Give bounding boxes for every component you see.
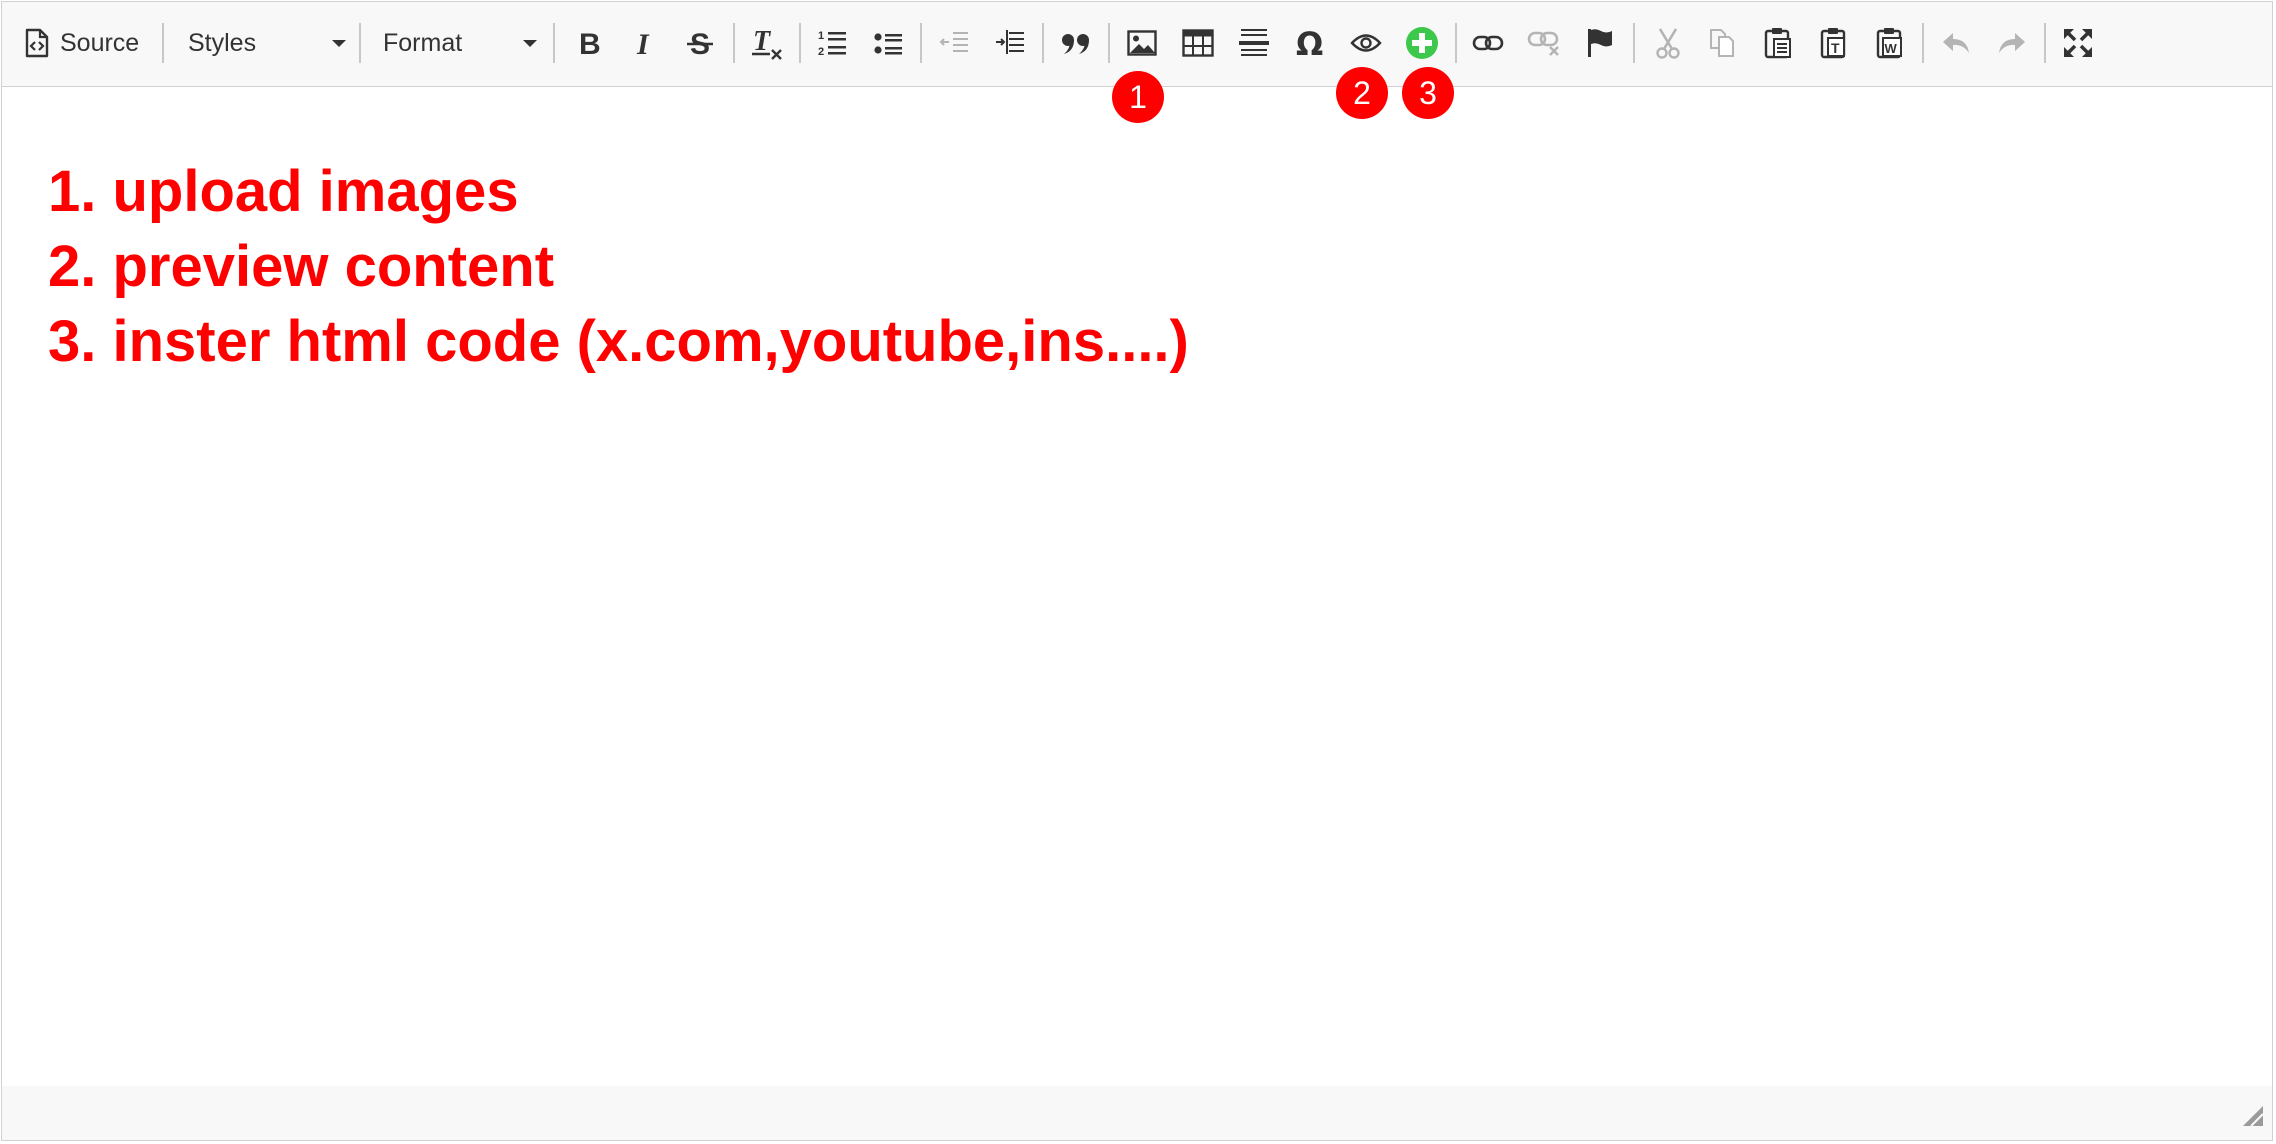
blockquote-button[interactable] xyxy=(1054,17,1098,69)
maximize-icon xyxy=(2063,28,2093,58)
quote-icon xyxy=(1060,29,1092,57)
chevron-down-icon xyxy=(523,40,537,47)
toolbar-separator xyxy=(553,23,555,63)
svg-text:Ω: Ω xyxy=(1296,27,1323,59)
special-character-button[interactable]: Ω xyxy=(1288,17,1332,69)
strikethrough-icon: S xyxy=(686,28,714,58)
preview-button[interactable] xyxy=(1344,17,1388,69)
redo-button[interactable] xyxy=(1990,17,2034,69)
bold-icon: B xyxy=(576,28,602,58)
source-icon xyxy=(24,28,50,58)
table-icon xyxy=(1182,29,1214,57)
toolbar-separator xyxy=(920,23,922,63)
chevron-down-icon xyxy=(332,40,346,47)
bulleted-list-button[interactable] xyxy=(866,17,910,69)
toolbar-separator xyxy=(799,23,801,63)
toolbar-separator xyxy=(733,23,735,63)
toolbar-separator xyxy=(162,23,164,63)
svg-text:T: T xyxy=(753,26,772,57)
toolbar-separator xyxy=(1633,23,1635,63)
paste-from-word-button[interactable]: W xyxy=(1868,17,1912,69)
paste-as-text-button[interactable]: T xyxy=(1812,17,1856,69)
undo-icon xyxy=(1941,31,1971,55)
paste-button[interactable] xyxy=(1756,17,1800,69)
toolbar-separator xyxy=(1922,23,1924,63)
annotation-badge-1: 1 xyxy=(1112,71,1164,123)
copy-icon xyxy=(1708,28,1736,58)
remove-format-icon: T xyxy=(750,26,784,60)
horizontal-line-button[interactable] xyxy=(1232,17,1276,69)
styles-dropdown[interactable]: Styles xyxy=(188,21,346,65)
omega-icon: Ω xyxy=(1294,27,1326,59)
clipboard-icon xyxy=(1764,27,1792,59)
unlink-icon xyxy=(1527,30,1561,56)
toolbar-separator xyxy=(359,23,361,63)
indent-icon xyxy=(995,28,1025,58)
image-button[interactable] xyxy=(1120,17,1164,69)
link-button[interactable] xyxy=(1466,17,1510,69)
svg-text:T: T xyxy=(1831,40,1840,56)
editor-statusbar xyxy=(2,1086,2272,1140)
increase-indent-button[interactable] xyxy=(988,17,1032,69)
source-label: Source xyxy=(60,28,140,57)
svg-text:I: I xyxy=(636,28,650,58)
svg-text:1: 1 xyxy=(818,30,824,42)
toolbar-separator xyxy=(2044,23,2046,63)
bulleted-list-icon xyxy=(873,28,903,58)
content-line: 1. upload images xyxy=(48,159,519,224)
image-icon xyxy=(1127,30,1157,56)
paste-word-icon: W xyxy=(1876,27,1904,59)
bold-button[interactable]: B xyxy=(568,17,610,69)
scissors-icon xyxy=(1654,27,1682,59)
numbered-list-button[interactable]: 1 2 xyxy=(810,17,854,69)
decrease-indent-button[interactable] xyxy=(932,17,976,69)
annotation-badge-3: 3 xyxy=(1402,67,1454,119)
svg-text:B: B xyxy=(579,28,601,58)
insert-html-button[interactable] xyxy=(1400,17,1444,69)
strikethrough-button[interactable]: S xyxy=(679,17,721,69)
maximize-button[interactable] xyxy=(2056,17,2100,69)
unlink-button[interactable] xyxy=(1522,17,1566,69)
svg-text:W: W xyxy=(1885,41,1898,56)
redo-icon xyxy=(1997,31,2027,55)
toolbar-separator xyxy=(1108,23,1110,63)
table-button[interactable] xyxy=(1176,17,1220,69)
content-line: 2. preview content xyxy=(48,234,555,299)
resize-handle-icon[interactable] xyxy=(2242,1105,2264,1132)
plus-circle-icon xyxy=(1405,26,1439,60)
format-dropdown[interactable]: Format xyxy=(383,21,537,65)
eye-icon xyxy=(1350,32,1382,54)
toolbar-separator xyxy=(1042,23,1044,63)
outdent-icon xyxy=(939,28,969,58)
paste-text-icon: T xyxy=(1820,27,1848,59)
flag-icon xyxy=(1586,27,1614,59)
toolbar-separator xyxy=(1455,23,1457,63)
anchor-button[interactable] xyxy=(1578,17,1622,69)
link-icon xyxy=(1472,33,1504,53)
remove-format-button[interactable]: T xyxy=(744,17,790,69)
editor-content-area[interactable]: 1. upload images 2. preview content 3. i… xyxy=(2,87,2272,1087)
rich-text-editor: Source Styles Format B I S T 1 2 Ω T W 1… xyxy=(1,1,2273,1141)
annotation-badge-2: 2 xyxy=(1336,67,1388,119)
cut-button[interactable] xyxy=(1646,17,1690,69)
undo-button[interactable] xyxy=(1934,17,1978,69)
numbered-list-icon: 1 2 xyxy=(817,28,847,58)
content-line: 3. inster html code (x.com,youtube,ins..… xyxy=(48,309,1189,374)
source-button[interactable]: Source xyxy=(24,17,154,69)
italic-button[interactable]: I xyxy=(624,17,666,69)
horizontal-line-icon xyxy=(1239,27,1269,59)
italic-icon: I xyxy=(633,28,657,58)
copy-button[interactable] xyxy=(1700,17,1744,69)
svg-text:2: 2 xyxy=(818,46,824,58)
format-label: Format xyxy=(383,28,463,57)
styles-label: Styles xyxy=(188,28,257,57)
